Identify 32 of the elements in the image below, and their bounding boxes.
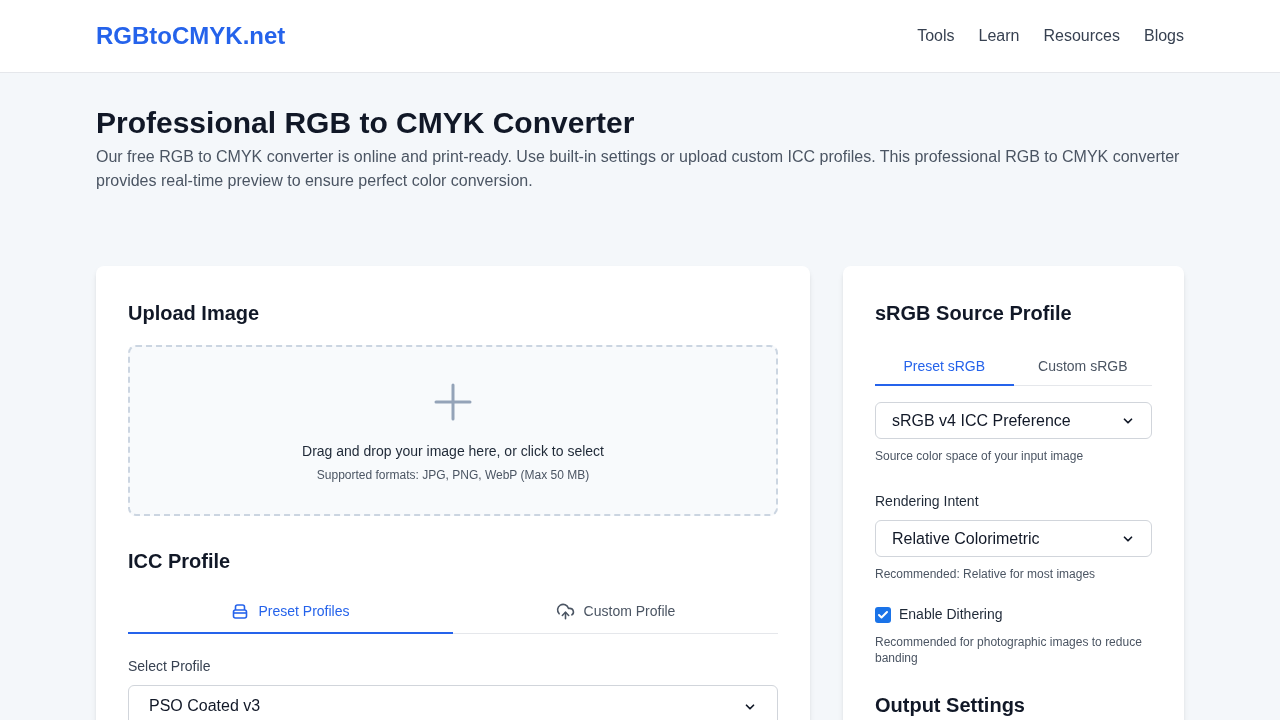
field-label: Select Profile bbox=[128, 657, 212, 676]
source-tab[interactable]: Preset sRGB bbox=[875, 348, 1014, 386]
profile-tab[interactable]: Custom Profile bbox=[453, 590, 778, 634]
profile-tab[interactable]: Preset Profiles bbox=[128, 590, 453, 634]
select-field[interactable]: sRGB v4 ICC Preference bbox=[875, 402, 1152, 439]
page-title: Professional RGB to CMYK Converter bbox=[96, 105, 636, 141]
field-label: Rendering Intent bbox=[875, 492, 980, 511]
section-title: Upload Image bbox=[128, 301, 261, 326]
checkbox-label: Enable Dithering bbox=[899, 605, 1003, 624]
field-hint: Recommended for photographic images to reduce banding bbox=[875, 634, 1143, 666]
section-title: Output Settings bbox=[875, 693, 1026, 718]
cloud-upload-icon bbox=[555, 601, 575, 621]
section-title: ICC Profile bbox=[128, 549, 232, 574]
section-title: sRGB Source Profile bbox=[875, 301, 1073, 326]
plus-icon bbox=[434, 383, 472, 421]
nav-link[interactable]: Tools bbox=[917, 24, 955, 48]
select-field[interactable]: PSO Coated v3 bbox=[128, 685, 778, 720]
source-tab[interactable]: Custom sRGB bbox=[1013, 348, 1152, 386]
select-field[interactable]: Relative Colorimetric bbox=[875, 520, 1152, 557]
page-description: Our free RGB to CMYK converter is online and print-ready. Use built-in settings or upload custom ICC profiles. This professional RGB to CMYK converter provides real-time preview to ensure perfect color conversion. bbox=[96, 147, 1181, 191]
site-logo[interactable]: RGBtoCMYK.net bbox=[96, 18, 286, 54]
dithering-checkbox[interactable] bbox=[875, 606, 891, 623]
formats-note: Supported formats: JPG, PNG, WebP (Max 50 MB) bbox=[316, 467, 590, 484]
field-hint: Recommended: Relative for most images bbox=[875, 566, 1097, 583]
drop-zone[interactable]: Drag and drop your image here, or click to select Supported formats: JPG, PNG, WebP (Max 50 MB) bbox=[128, 345, 778, 516]
nav-link[interactable]: Resources bbox=[1043, 24, 1120, 48]
nav-link[interactable]: Learn bbox=[978, 24, 1020, 48]
stack-icon bbox=[231, 602, 250, 620]
check-icon bbox=[877, 608, 889, 621]
nav-link[interactable]: Blogs bbox=[1143, 24, 1184, 48]
drop-prompt: Drag and drop your image here, or click to select bbox=[302, 442, 604, 461]
field-hint: Source color space of your input image bbox=[875, 448, 1085, 465]
